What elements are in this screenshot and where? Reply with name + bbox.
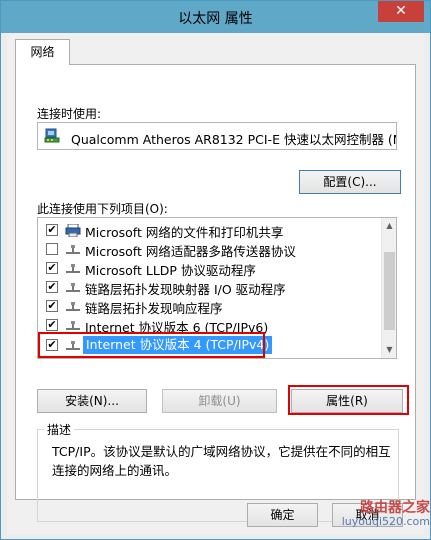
watermark-site: luyouqi520.com: [341, 515, 430, 528]
highlight-properties-box: [288, 385, 409, 415]
protocol-icon: [66, 302, 80, 311]
printer-network-icon: [65, 224, 81, 237]
list-item[interactable]: ✔ Microsoft 网络的文件和打印机共享: [38, 220, 383, 240]
item-checkbox[interactable]: ✔: [46, 319, 58, 331]
protocol-icon: [66, 321, 80, 330]
window-title: 以太网 属性: [178, 11, 253, 27]
scroll-thumb[interactable]: [384, 252, 395, 330]
site-watermark: 路由器之家 luyouqi520.com: [310, 501, 430, 531]
ok-button[interactable]: 确定: [247, 503, 318, 527]
network-tab-panel: 连接时使用: Qualcomm Atheros AR8132 PCI-E 快速以…: [15, 64, 416, 522]
watermark-brand: 路由器之家: [360, 500, 430, 516]
scroll-up-icon[interactable]: ▲: [385, 221, 394, 230]
items-label: 此连接使用下列项目(O):: [37, 202, 168, 216]
list-item[interactable]: ✔ 链路层拓扑发现响应程序: [38, 296, 383, 316]
dialog-content: 网络 连接时使用: Qualcomm Atheros AR8132 PCI-E …: [7, 33, 424, 535]
protocol-icon: [66, 245, 80, 254]
description-legend: 描述: [44, 421, 75, 438]
protocol-icon: [66, 283, 80, 292]
scroll-down-icon[interactable]: ▼: [385, 345, 394, 354]
adapter-name: Qualcomm Atheros AR8132 PCI-E 快速以太网控制器 (…: [71, 132, 397, 147]
item-checkbox[interactable]: [46, 243, 58, 255]
properties-window: 以太网 属性 ✕ 网络 连接时使用: Qualcomm Atheros AR81…: [0, 0, 431, 540]
item-checkbox[interactable]: ✔: [46, 281, 58, 293]
item-checkbox[interactable]: ✔: [46, 262, 58, 274]
description-text: TCP/IP。该协议是默认的广域网络协议，它提供在不同的相互连接的网络上的通讯。: [52, 444, 391, 478]
list-item[interactable]: ✔ Microsoft LLDP 协议驱动程序: [38, 258, 383, 278]
configure-button[interactable]: 配置(C)...: [299, 170, 401, 194]
list-item[interactable]: ✔ 链路层拓扑发现映射器 I/O 驱动程序: [38, 277, 383, 297]
tab-network[interactable]: 网络: [15, 39, 70, 65]
item-checkbox[interactable]: ✔: [46, 300, 58, 312]
uninstall-button[interactable]: 卸载(U): [162, 389, 277, 413]
adapter-field: Qualcomm Atheros AR8132 PCI-E 快速以太网控制器 (…: [37, 122, 397, 150]
protocol-icon: [66, 264, 80, 273]
item-checkbox[interactable]: ✔: [46, 224, 58, 236]
network-adapter-icon: [44, 128, 60, 143]
title-bar[interactable]: 以太网 属性 ✕: [1, 1, 430, 33]
connect-using-label: 连接时使用:: [37, 107, 102, 121]
list-scrollbar[interactable]: ▲ ▼: [381, 218, 396, 358]
highlight-ipv4-box: [38, 332, 265, 358]
list-item[interactable]: Microsoft 网络适配器多路传送器协议: [38, 239, 383, 259]
close-button[interactable]: ✕: [378, 1, 424, 22]
install-button[interactable]: 安装(N)...: [37, 389, 147, 413]
